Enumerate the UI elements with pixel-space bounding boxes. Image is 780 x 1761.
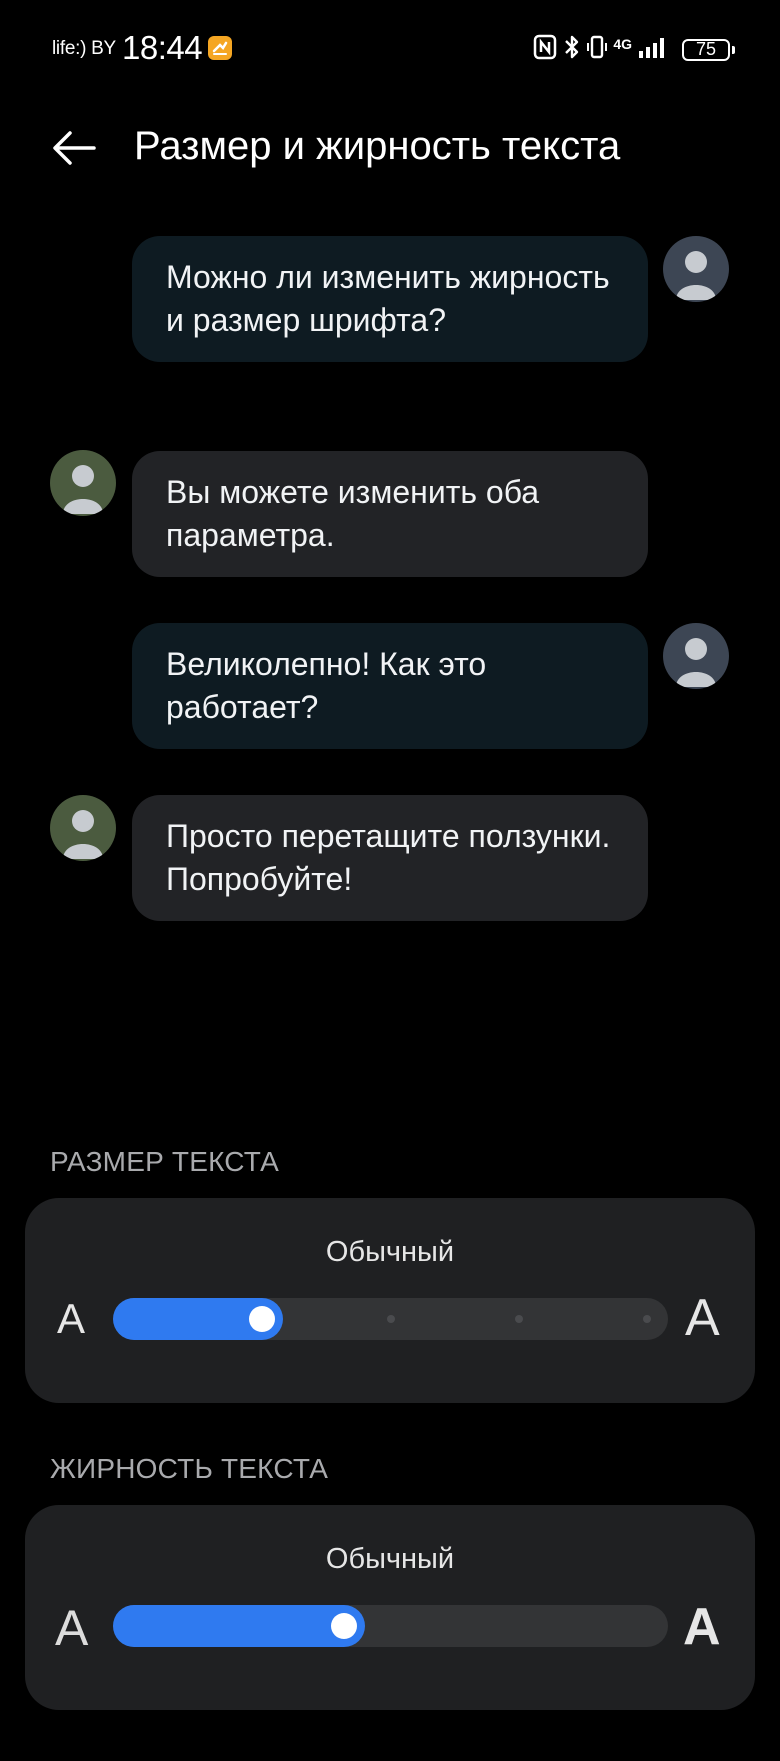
nfc-icon [533, 34, 557, 65]
network-type-label: 4G [613, 35, 632, 52]
text-size-step-tick [643, 1315, 651, 1323]
text-size-step-tick [514, 1315, 523, 1323]
text-size-small-glyph: A [57, 1295, 86, 1342]
text-size-section-label: РАЗМЕР ТЕКСТА [50, 1146, 280, 1177]
battery-level: 75 [695, 39, 717, 59]
text-weight-slider[interactable] [113, 1605, 668, 1647]
text-size-card: Обычный A A [25, 1198, 755, 1403]
status-icons: 4G 75 [533, 34, 735, 65]
app-header: Размер и жирность текста [0, 110, 780, 190]
battery-icon: 75 [682, 38, 735, 61]
assistant-message-bubble: Просто перетащите ползунки. Попробуйте! [132, 795, 648, 921]
assistant-avatar-icon [50, 795, 116, 861]
status-bar: life:) BY 18:44 4G 75 [0, 0, 780, 96]
assistant-message-bubble: Вы можете изменить оба параметра. [132, 451, 648, 577]
text-weight-bold-glyph: A [683, 1598, 721, 1656]
user-message-bubble: Великолепно! Как это работает? [132, 623, 648, 749]
text-weight-section-label: ЖИРНОСТЬ ТЕКСТА [50, 1453, 329, 1484]
signal-icon [638, 35, 668, 64]
carrier-label: life:) BY [52, 38, 116, 59]
user-message-bubble: Можно ли изменить жирность и размер шриф… [132, 236, 648, 362]
text-size-step-tick [386, 1315, 395, 1323]
back-arrow-icon[interactable] [50, 124, 98, 172]
text-size-value: Обычный [325, 1236, 455, 1268]
text-weight-card: Обычный A A [25, 1505, 755, 1710]
text-weight-light-glyph: A [55, 1600, 89, 1656]
vibrate-icon [587, 34, 608, 65]
page-title: Размер и жирность текста [134, 124, 621, 168]
user-avatar-icon [663, 236, 729, 302]
assistant-avatar-icon [50, 450, 116, 516]
text-size-slider[interactable] [113, 1298, 668, 1340]
app-notification-icon [208, 36, 232, 60]
text-weight-value: Обычный [325, 1543, 455, 1575]
status-clock: 18:44 [122, 29, 203, 66]
text-weight-slider-fill [113, 1605, 366, 1647]
bluetooth-icon [563, 34, 581, 65]
text-size-large-glyph: A [685, 1289, 720, 1347]
user-avatar-icon [663, 623, 729, 689]
